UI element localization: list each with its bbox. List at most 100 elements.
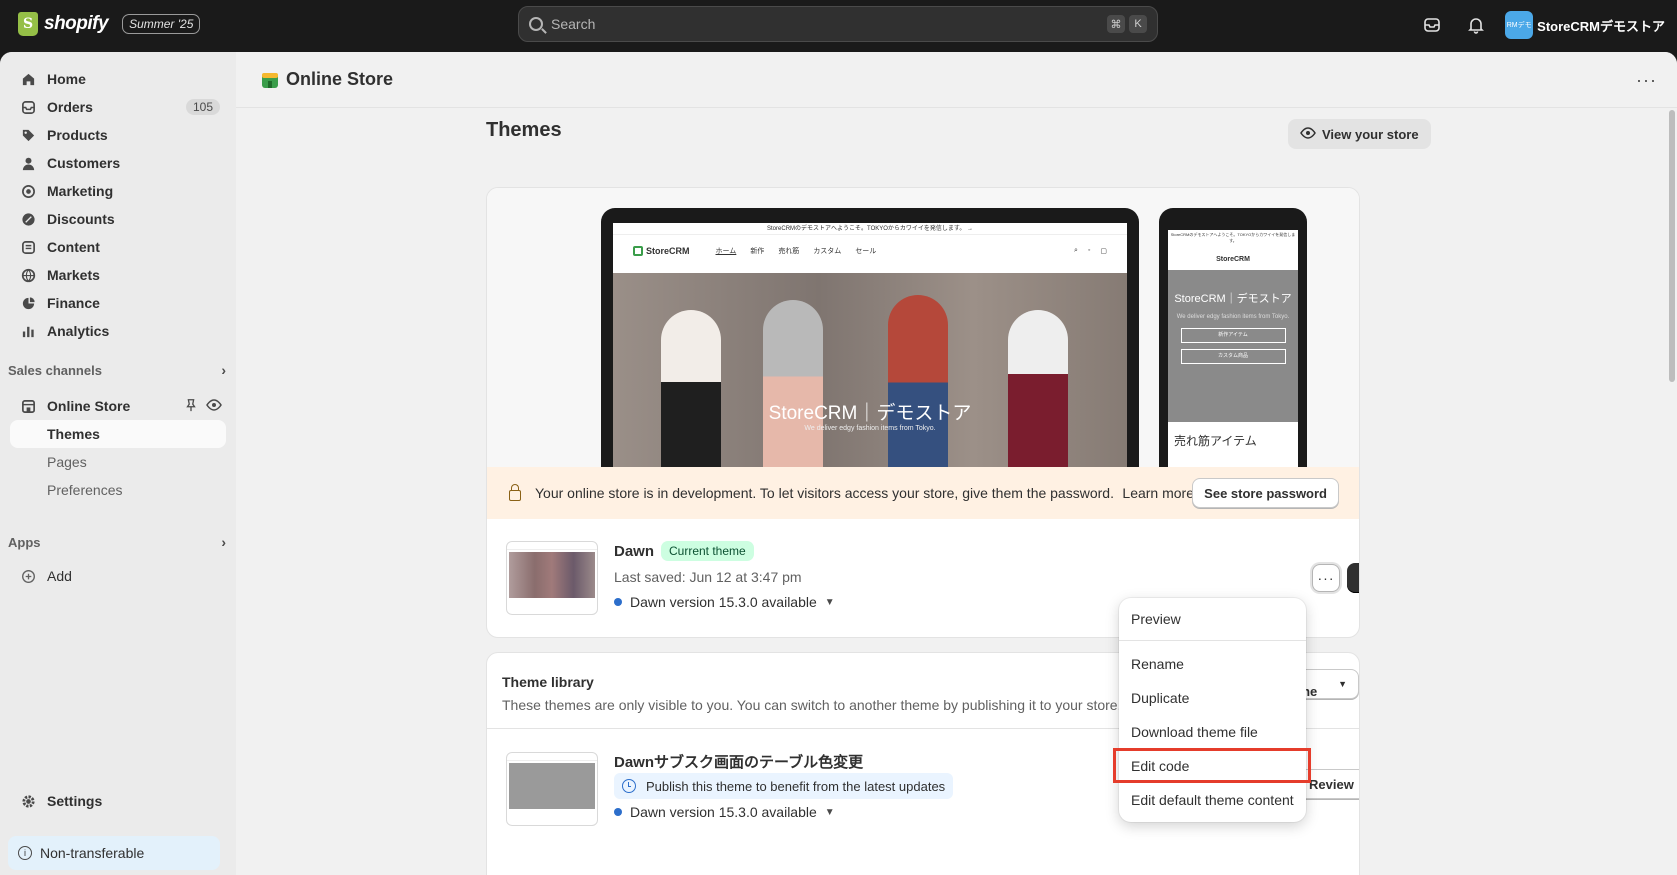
theme-preview: StoreCRMのデモストアへようこそ。TOKYOからカワイイを発信します。 →… (487, 188, 1359, 470)
theme-actions-button[interactable]: ··· (1312, 564, 1340, 592)
page-header: Online Store ··· (236, 52, 1677, 108)
menu-divider (1119, 640, 1306, 641)
themes-heading: Themes (486, 119, 562, 141)
desktop-preview[interactable]: StoreCRMのデモストアへようこそ。TOKYOからカワイイを発信します。 →… (601, 208, 1139, 470)
bell-icon[interactable] (1461, 10, 1491, 40)
search-icon: ⌕ (1073, 247, 1078, 254)
sidebar-item-pages[interactable]: Pages (10, 448, 226, 476)
current-theme-card: StoreCRMのデモストアへようこそ。TOKYOからカワイイを発信します。 →… (486, 187, 1360, 638)
shopify-logo[interactable]: shopify Summer '25 (18, 12, 201, 36)
theme-actions-menu: Preview Rename Duplicate Download theme … (1119, 598, 1306, 822)
sidebar-item-online-store[interactable]: Online Store (10, 392, 226, 420)
preview-nav: StoreCRM ホーム 新作 売れ筋 カスタム セール ⌕ ◦ ▢ (613, 235, 1127, 267)
eye-icon (1300, 126, 1316, 143)
discount-icon (20, 211, 36, 227)
view-store-button[interactable]: View your store (1288, 119, 1431, 149)
inbox-icon[interactable] (1417, 10, 1447, 40)
customize-button[interactable]: Customize (1347, 563, 1359, 593)
non-transferable-label: Non-transferable (40, 845, 145, 861)
sidebar-item-discounts[interactable]: Discounts (10, 205, 226, 233)
menu-item-rename[interactable]: Rename (1131, 656, 1184, 672)
status-dot (614, 598, 622, 606)
sidebar-item-orders[interactable]: Orders 105 (10, 93, 226, 121)
search-placeholder: Search (551, 16, 596, 32)
gear-icon (20, 793, 36, 809)
last-saved-text: Last saved: Jun 12 at 3:47 pm (614, 569, 802, 585)
sidebar-item-analytics[interactable]: Analytics (10, 317, 226, 345)
version-dropdown[interactable]: Dawn version 15.3.0 available ▼ (614, 804, 835, 820)
main-frame: Home Orders 105 Products Customers Marke… (0, 52, 1677, 875)
logo-text: shopify (44, 13, 109, 34)
preview-header-icons: ⌕ ◦ ▢ (1074, 247, 1107, 255)
shopify-bag-icon (18, 12, 38, 36)
phone-bestsellers: 売れ筋アイテム (1174, 434, 1257, 448)
plus-circle-icon (20, 568, 36, 584)
cart-icon: ▢ (1100, 248, 1107, 255)
menu-item-download-theme-file[interactable]: Download theme file (1131, 724, 1258, 740)
store-menu[interactable]: RMデモ StoreCRMデモストア (1505, 11, 1665, 39)
sidebar-item-home[interactable]: Home (10, 65, 226, 93)
phone-hero-button: カスタム商品 (1180, 349, 1286, 364)
sidebar-item-label: Themes (47, 426, 100, 442)
sidebar-item-finance[interactable]: Finance (10, 289, 226, 317)
menu-item-edit-default-theme-content[interactable]: Edit default theme content (1131, 792, 1294, 808)
sidebar-item-label: Add (47, 568, 72, 584)
eye-icon[interactable] (206, 398, 222, 415)
preview-nav-item: 売れ筋 (778, 248, 800, 255)
apps-header[interactable]: Apps › (8, 534, 226, 550)
mobile-preview[interactable]: StoreCRMのデモストアへようこそ。TOKYOからカワイイを発信します。 S… (1159, 208, 1307, 470)
sales-channels-header[interactable]: Sales channels › (8, 362, 226, 378)
scrollbar[interactable] (1669, 110, 1675, 382)
sidebar-item-customers[interactable]: Customers (10, 149, 226, 177)
phone-hero-button: 新作アイテム (1180, 328, 1286, 343)
account-icon: ◦ (1087, 247, 1091, 254)
preview-hero-title: StoreCRM｜デモストア (768, 403, 972, 424)
sidebar-item-settings[interactable]: Settings (10, 787, 226, 815)
sidebar-item-products[interactable]: Products (10, 121, 226, 149)
preview-logo: StoreCRM (633, 246, 690, 256)
theme-thumbnail[interactable] (506, 752, 598, 826)
theme-library-description: These themes are only visible to you. Yo… (502, 697, 1122, 713)
current-theme-badge: Current theme (661, 541, 754, 561)
sidebar-item-label: Home (47, 71, 86, 87)
sidebar-item-content[interactable]: Content (10, 233, 226, 261)
publish-note-text: Publish this theme to benefit from the l… (646, 778, 946, 794)
sidebar-item-label: Marketing (47, 183, 114, 199)
sidebar-item-marketing[interactable]: Marketing (10, 177, 226, 205)
chevron-down-icon: ▼ (824, 806, 835, 818)
content-area: Online Store ··· Themes View your store … (236, 52, 1677, 875)
sidebar-item-label: Markets (47, 267, 100, 283)
theme-thumbnail[interactable] (506, 541, 598, 615)
section-label: Apps (8, 534, 41, 550)
section-label: Sales channels (8, 362, 102, 378)
sidebar-item-label: Online Store (47, 398, 131, 414)
lock-icon (509, 483, 521, 501)
sidebar-item-label: Finance (47, 295, 100, 311)
search-input[interactable]: Search ⌘ K (518, 6, 1158, 42)
version-text: Dawn version 15.3.0 available (630, 594, 817, 610)
menu-item-preview[interactable]: Preview (1131, 611, 1181, 627)
version-dropdown[interactable]: Dawn version 15.3.0 available ▼ (614, 594, 835, 610)
sidebar-item-preferences[interactable]: Preferences (10, 476, 226, 504)
more-actions-button[interactable]: ··· (1636, 70, 1657, 91)
bar-chart-icon (20, 323, 36, 339)
orders-count-badge: 105 (185, 99, 220, 115)
development-banner-text: Your online store is in development. To … (535, 485, 1114, 501)
sidebar-item-markets[interactable]: Markets (10, 261, 226, 289)
see-store-password-button[interactable]: See store password (1192, 478, 1339, 508)
store-name: StoreCRMデモストア (1537, 18, 1665, 34)
learn-more-link[interactable]: Learn more (1122, 485, 1194, 501)
sidebar-item-add-app[interactable]: Add (10, 562, 226, 590)
edition-badge[interactable]: Summer '25 (122, 14, 201, 34)
preview-nav-item: ホーム (715, 248, 737, 255)
pin-icon[interactable] (184, 398, 198, 415)
sidebar-item-themes[interactable]: Themes (10, 420, 226, 448)
non-transferable-banner[interactable]: i Non-transferable (8, 836, 220, 870)
top-bar: shopify Summer '25 Search ⌘ K RMデモ Store… (0, 0, 1677, 52)
chevron-down-icon: ▼ (1338, 679, 1347, 689)
store-icon (20, 398, 36, 414)
sidebar-item-label: Customers (47, 155, 121, 171)
person-icon (20, 155, 36, 171)
menu-item-duplicate[interactable]: Duplicate (1131, 690, 1189, 706)
sidebar: Home Orders 105 Products Customers Marke… (0, 52, 236, 875)
